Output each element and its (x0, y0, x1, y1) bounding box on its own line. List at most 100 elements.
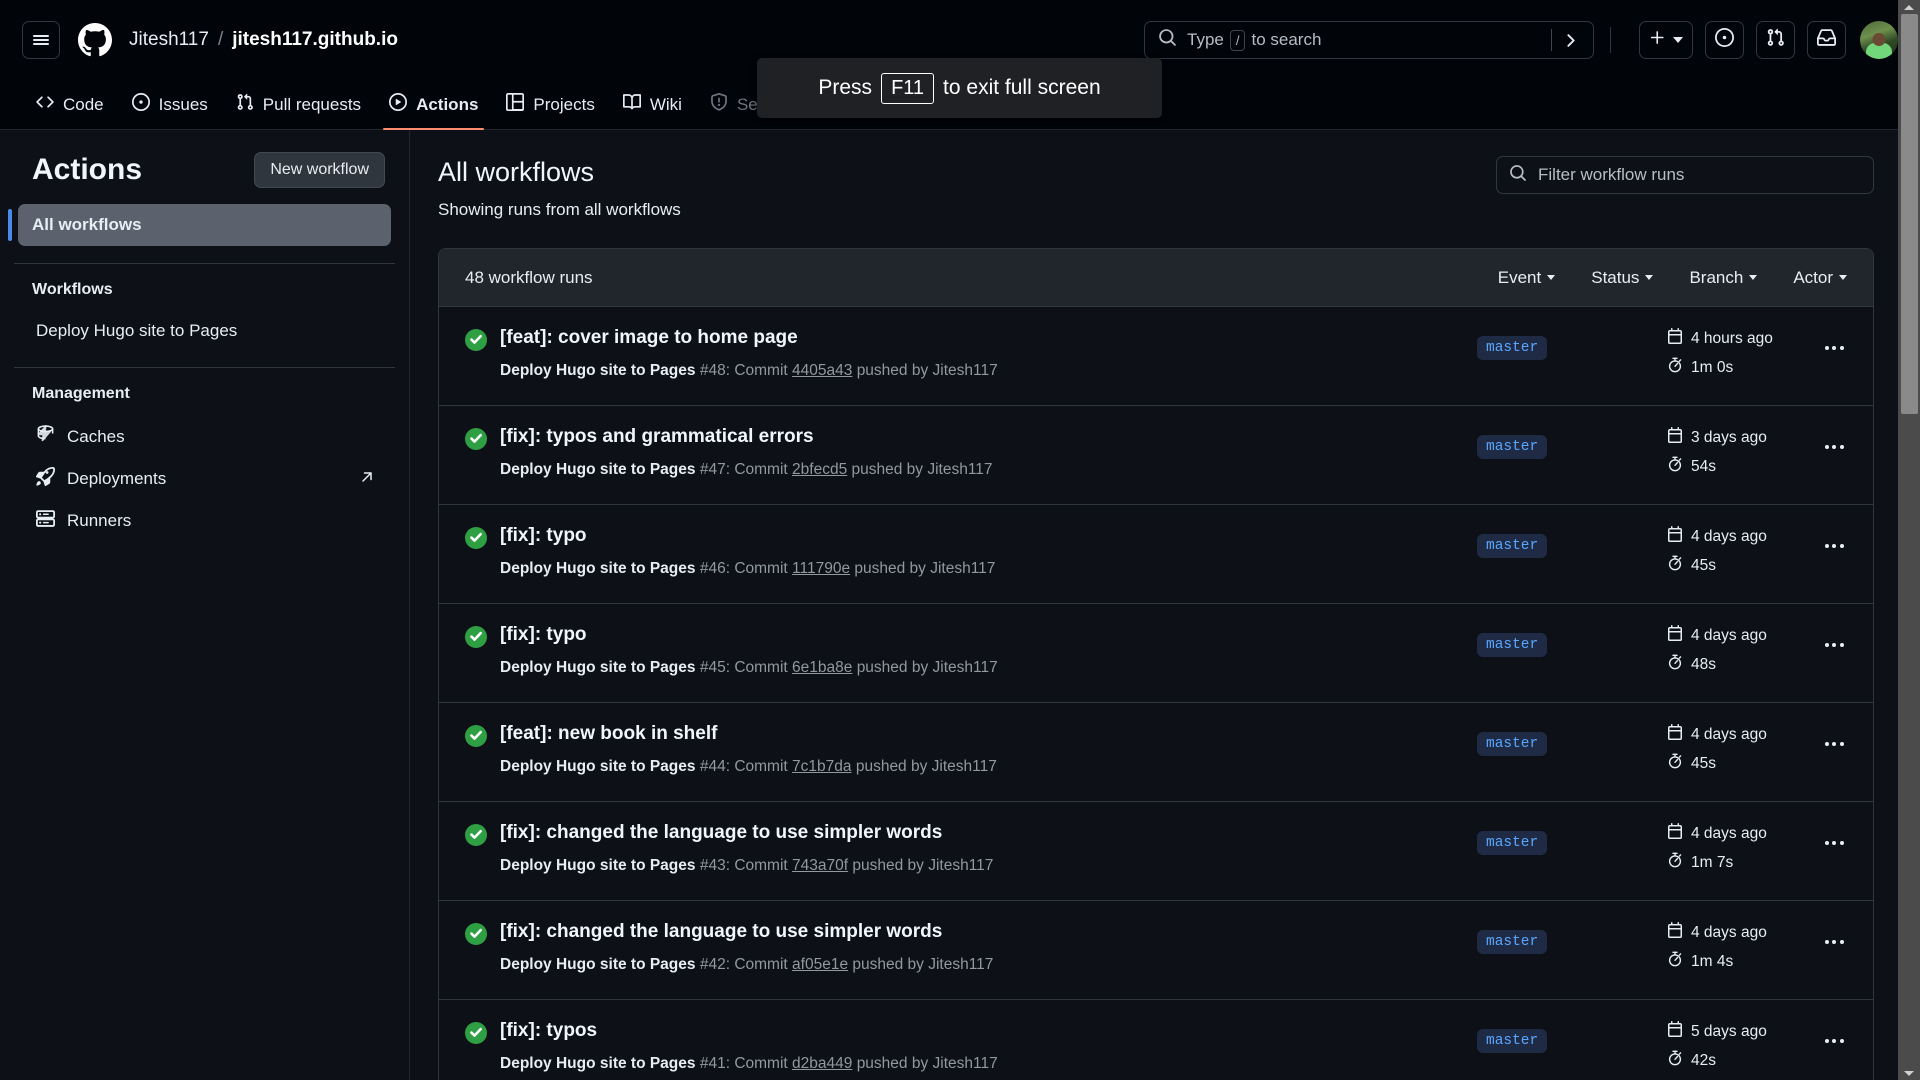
run-duration-text: 54s (1691, 457, 1716, 475)
run-duration-text: 42s (1691, 1051, 1716, 1069)
tab-pull-requests-label: Pull requests (262, 94, 362, 114)
search-slash-key: / (1229, 29, 1246, 51)
run-created-at: 4 days ago (1667, 625, 1799, 646)
cache-icon (36, 424, 55, 449)
run-branch-chip[interactable]: master (1477, 435, 1548, 460)
run-commit-sha[interactable]: 6e1ba8e (792, 659, 852, 676)
run-times: 4 days ago 45s (1667, 526, 1799, 584)
run-overflow-menu-button[interactable] (1817, 925, 1851, 959)
github-logo-icon[interactable] (78, 23, 112, 57)
run-overflow-menu-button[interactable] (1817, 628, 1851, 662)
search-input[interactable]: Type / to search (1144, 21, 1594, 59)
run-duration-text: 1m 7s (1691, 853, 1734, 871)
scrollbar-down-arrow[interactable] (1898, 1066, 1920, 1080)
avatar[interactable] (1860, 21, 1898, 59)
sidebar-item-all-workflows[interactable]: All workflows (8, 204, 391, 246)
notifications-button[interactable] (1807, 21, 1846, 59)
run-workflow-name[interactable]: Deploy Hugo site to Pages (500, 1055, 696, 1072)
run-commit-sha[interactable]: 111790e (792, 560, 850, 577)
run-commit-sha[interactable]: af05e1e (792, 956, 848, 973)
run-title[interactable]: [fix]: changed the language to use simpl… (500, 920, 1477, 944)
run-branch-chip[interactable]: master (1477, 534, 1548, 559)
filter-actor-dropdown[interactable]: Actor (1793, 268, 1847, 288)
filter-event-dropdown[interactable]: Event (1498, 268, 1556, 288)
run-overflow-menu-button[interactable] (1817, 1024, 1851, 1058)
run-title[interactable]: [fix]: typo (500, 623, 1477, 647)
run-title[interactable]: [fix]: typo (500, 524, 1477, 548)
create-new-menu[interactable] (1639, 21, 1693, 59)
filter-workflow-runs-placeholder: Filter workflow runs (1538, 165, 1685, 184)
hamburger-icon[interactable] (22, 21, 60, 59)
run-overflow-menu-button[interactable] (1817, 529, 1851, 563)
run-created-at-text: 5 days ago (1691, 1022, 1767, 1040)
run-commit-sha[interactable]: d2ba449 (792, 1055, 852, 1072)
workflow-run-row[interactable]: [fix]: changed the language to use simpl… (439, 802, 1873, 902)
new-workflow-button[interactable]: New workflow (254, 152, 385, 188)
run-branch-chip[interactable]: master (1477, 930, 1548, 955)
run-title[interactable]: [fix]: typos and grammatical errors (500, 425, 1477, 449)
workflow-run-row[interactable]: [feat]: new book in shelf Deploy Hugo sit… (439, 703, 1873, 803)
workflow-run-row[interactable]: [feat]: cover image to home page Deploy H… (439, 307, 1873, 407)
run-workflow-name[interactable]: Deploy Hugo site to Pages (500, 857, 696, 874)
filter-status-dropdown[interactable]: Status (1591, 268, 1654, 288)
run-overflow-menu-button[interactable] (1817, 826, 1851, 860)
run-branch-chip[interactable]: master (1477, 732, 1548, 757)
run-title[interactable]: [feat]: cover image to home page (500, 326, 1477, 350)
breadcrumb-owner[interactable]: Jitesh117 (129, 29, 209, 51)
workflow-run-row[interactable]: [fix]: typo Deploy Hugo site to Pages #46… (439, 505, 1873, 605)
run-overflow-menu-button[interactable] (1817, 331, 1851, 365)
tab-wiki[interactable]: Wiki (609, 93, 696, 129)
run-workflow-name[interactable]: Deploy Hugo site to Pages (500, 758, 696, 775)
sidebar-item-deploy-hugo-site-to-pages[interactable]: Deploy Hugo site to Pages (18, 312, 391, 350)
sidebar-item-runners[interactable]: Runners (18, 500, 391, 542)
run-workflow-name[interactable]: Deploy Hugo site to Pages (500, 362, 696, 379)
scrollbar-up-arrow[interactable] (1898, 0, 1920, 14)
calendar-icon (1667, 724, 1683, 745)
run-commit-sha[interactable]: 4405a43 (792, 362, 852, 379)
filter-branch-dropdown[interactable]: Branch (1689, 268, 1758, 288)
tab-pull-requests[interactable]: Pull requests (222, 93, 375, 129)
run-overflow-menu-button[interactable] (1817, 430, 1851, 464)
run-title[interactable]: [feat]: new book in shelf (500, 722, 1477, 746)
issues-button[interactable] (1705, 21, 1744, 59)
run-commit-sha[interactable]: 7c1b7da (792, 758, 851, 775)
sidebar-item-caches[interactable]: Caches (18, 416, 391, 458)
workflow-run-row[interactable]: [fix]: typos and grammatical errors Deplo… (439, 406, 1873, 506)
run-overflow-menu-button[interactable] (1817, 727, 1851, 761)
run-branch-chip[interactable]: master (1477, 831, 1548, 856)
run-branch-chip[interactable]: master (1477, 1029, 1548, 1054)
run-number: #47 (699, 461, 726, 479)
run-title[interactable]: [fix]: changed the language to use simpl… (500, 821, 1477, 845)
run-pushed-by: pushed by Jitesh117 (852, 857, 994, 875)
tab-actions[interactable]: Actions (375, 93, 492, 130)
breadcrumb-repo[interactable]: jitesh117.github.io (232, 29, 398, 51)
run-title[interactable]: [fix]: typos (500, 1019, 1477, 1043)
run-right: 3 days ago 54s (1667, 425, 1851, 485)
tab-issues[interactable]: Issues (118, 93, 222, 129)
run-branch-chip[interactable]: master (1477, 336, 1548, 361)
sidebar-item-deployments[interactable]: Deployments (18, 458, 391, 500)
run-commit-sha[interactable]: 2bfecd5 (792, 461, 847, 478)
search-placeholder: Type / to search (1187, 29, 1551, 51)
run-commit-word: Commit (734, 461, 788, 479)
tab-code[interactable]: Code (22, 93, 118, 129)
run-commit-sha[interactable]: 743a70f (792, 857, 848, 874)
command-palette-icon[interactable] (1552, 31, 1593, 50)
run-workflow-name[interactable]: Deploy Hugo site to Pages (500, 461, 696, 478)
stopwatch-icon (1667, 357, 1683, 378)
run-workflow-name[interactable]: Deploy Hugo site to Pages (500, 956, 696, 973)
workflow-run-row[interactable]: [fix]: typos Deploy Hugo site to Pages #4… (439, 1000, 1873, 1080)
run-branch-chip[interactable]: master (1477, 633, 1548, 658)
run-right: 4 days ago 1m 7s (1667, 821, 1851, 881)
filter-workflow-runs-input[interactable]: Filter workflow runs (1496, 156, 1874, 194)
scrollbar-thumb[interactable] (1901, 14, 1918, 414)
run-workflow-name[interactable]: Deploy Hugo site to Pages (500, 560, 696, 577)
run-workflow-name[interactable]: Deploy Hugo site to Pages (500, 659, 696, 676)
workflow-run-row[interactable]: [fix]: typo Deploy Hugo site to Pages #45… (439, 604, 1873, 704)
actions-sidebar: Actions New workflow All workflows Workf… (0, 130, 410, 1080)
run-times: 4 days ago 48s (1667, 625, 1799, 683)
workflow-run-row[interactable]: [fix]: changed the language to use simpl… (439, 901, 1873, 1001)
tab-projects[interactable]: Projects (492, 93, 608, 129)
pull-requests-button[interactable] (1756, 21, 1795, 59)
page-scrollbar[interactable] (1898, 0, 1920, 1080)
